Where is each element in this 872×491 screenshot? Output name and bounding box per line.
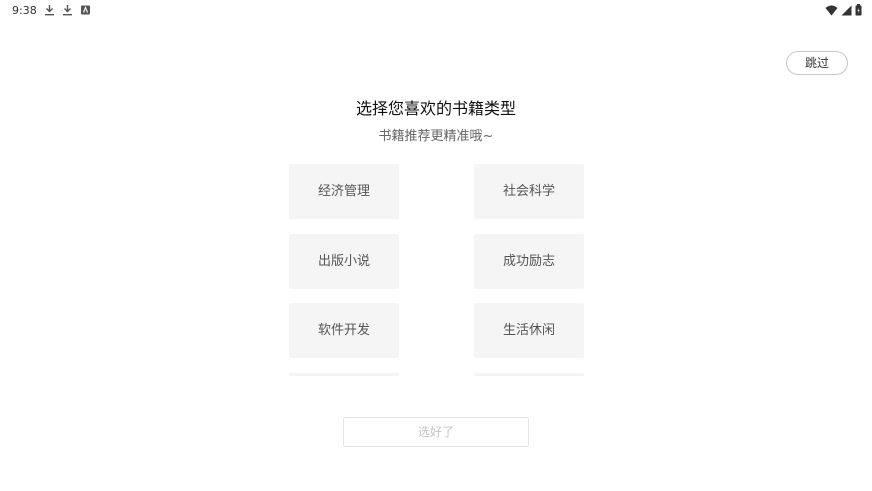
category-tile-economics[interactable]: 经济管理 — [289, 164, 399, 219]
category-tile-software[interactable]: 软件开发 — [289, 303, 399, 358]
category-tile-self-help[interactable]: 成功励志 — [474, 234, 584, 289]
confirm-button[interactable]: 选好了 — [343, 417, 529, 447]
category-tile-fiction[interactable]: 出版小说 — [289, 234, 399, 289]
category-tile-partial[interactable] — [474, 373, 584, 376]
category-tile-partial[interactable] — [289, 373, 399, 376]
category-grid[interactable]: 经济管理 社会科学 出版小说 成功励志 软件开发 生活休闲 — [0, 0, 872, 376]
screen: 9:38 跳过 选择您喜欢的书籍类型 书籍推荐更精准哦~ 经济管理 社会科学 出… — [0, 0, 872, 491]
category-tile-lifestyle[interactable]: 生活休闲 — [474, 303, 584, 358]
category-tile-social-science[interactable]: 社会科学 — [474, 164, 584, 219]
